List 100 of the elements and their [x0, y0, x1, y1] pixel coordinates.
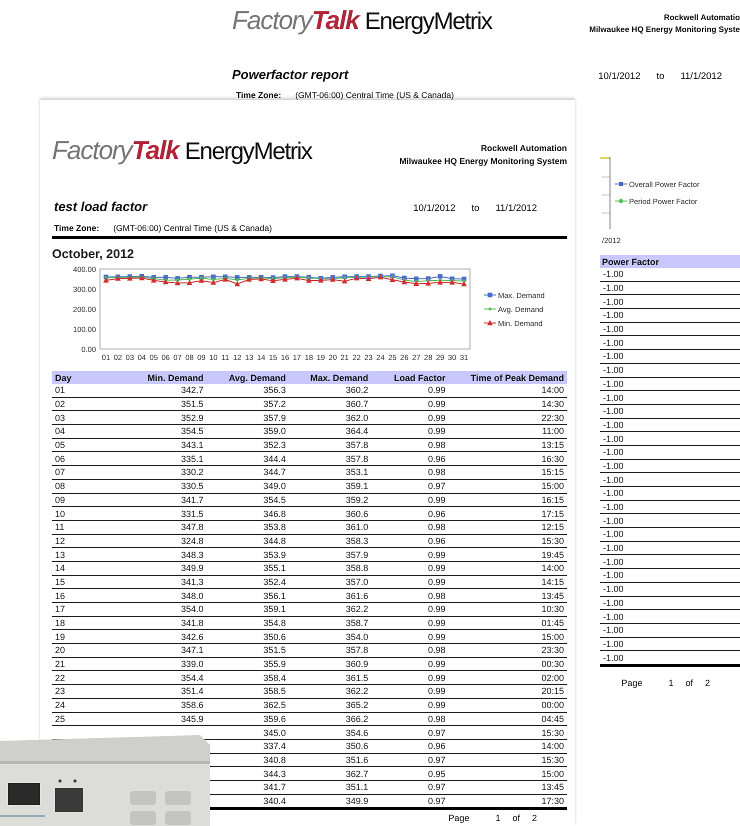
- table-cell: 353.1: [288, 466, 372, 480]
- table-cell: 16:30: [448, 452, 567, 466]
- table-cell: -1.00: [600, 377, 740, 391]
- table-cell: 14:30: [448, 397, 567, 411]
- table-cell: 15:30: [448, 534, 567, 548]
- table-cell: -1.00: [600, 350, 740, 364]
- table-cell: -1.00: [600, 363, 740, 377]
- table-cell: 347.8: [114, 520, 206, 534]
- table-cell: 14:00: [448, 561, 567, 576]
- table-cell: -1.00: [600, 528, 740, 542]
- start-date: 10/1/2012: [413, 203, 456, 214]
- column-header: Max. Demand: [288, 371, 372, 384]
- table-cell: 359.6: [206, 712, 289, 726]
- table-cell: -1.00: [600, 308, 740, 322]
- table-cell: 345.0: [206, 726, 289, 740]
- system-name: Milwaukee HQ Energy Monitoring System: [399, 156, 567, 166]
- table-cell: 0.95: [371, 766, 449, 780]
- table-cell: 00:00: [448, 698, 567, 712]
- table-cell: 353.8: [206, 520, 289, 534]
- table-cell: 03: [52, 410, 114, 425]
- column-header: Time of Peak Demand: [448, 371, 567, 384]
- table-cell: 342.6: [114, 630, 206, 644]
- table-cell: 357.8: [288, 438, 372, 452]
- table-cell: 15:30: [448, 753, 567, 767]
- table-cell: 359.1: [288, 479, 372, 493]
- table-cell: 365.2: [288, 698, 372, 712]
- table-cell: 344.7: [206, 466, 289, 480]
- table-cell: 0.98: [371, 712, 449, 726]
- table-cell: 358.7: [288, 616, 372, 630]
- table-cell: 0.99: [371, 630, 449, 644]
- table-cell: 0.97: [371, 780, 449, 794]
- table-cell: 345.9: [114, 712, 206, 726]
- table-cell: -1.00: [600, 623, 740, 638]
- product-logo: FactoryTalk EnergyMetrix: [52, 135, 312, 167]
- table-cell: 354.5: [114, 424, 206, 438]
- table-cell: 22: [52, 670, 114, 685]
- table-cell: 0.99: [371, 410, 449, 425]
- table-cell: -1.00: [600, 336, 740, 350]
- table-cell: -1.00: [600, 486, 740, 500]
- table-cell: 359.0: [206, 424, 289, 438]
- month-heading: October, 2012: [52, 247, 135, 261]
- table-cell: 347.1: [114, 644, 206, 658]
- column-header: Avg. Demand: [206, 371, 289, 384]
- table-cell: 06: [52, 452, 114, 466]
- table-cell: 0.98: [371, 466, 449, 480]
- table-cell: 01: [52, 384, 114, 398]
- table-cell: 15: [52, 575, 114, 589]
- table-cell: 0.97: [371, 753, 449, 767]
- table-cell: 358.3: [288, 534, 372, 548]
- table-cell: 24: [52, 698, 114, 712]
- table-cell: -1.00: [600, 459, 740, 473]
- page-of-label: of: [512, 813, 520, 824]
- table-cell: 354.0: [288, 630, 372, 644]
- table-cell: 13:45: [448, 588, 567, 602]
- table-cell: 0.97: [371, 794, 449, 808]
- table-cell: 362.5: [206, 698, 289, 712]
- page-number: 1: [495, 813, 500, 824]
- table-cell: 357.8: [288, 452, 372, 466]
- table-cell: 354.0: [114, 602, 206, 616]
- table-cell: 21: [52, 657, 114, 671]
- table-cell: 359.2: [288, 493, 372, 507]
- table-cell: 357.9: [206, 410, 289, 425]
- table-cell: 350.6: [206, 630, 289, 644]
- time-zone-value: (GMT-06:00) Central Time (US & Canada): [295, 90, 454, 100]
- table-cell: 0.99: [371, 397, 449, 411]
- product-logo: FactoryTalk EnergyMetrix: [232, 5, 492, 37]
- table-cell: -1.00: [600, 418, 740, 432]
- table-cell: 17:30: [448, 794, 567, 808]
- table-cell: 11: [52, 520, 114, 534]
- table-cell: 15:30: [448, 726, 567, 740]
- page-total: 2: [532, 813, 537, 824]
- table-cell: 0.99: [371, 616, 449, 630]
- table-cell: -1.00: [600, 650, 740, 664]
- table-cell: 349.0: [206, 479, 289, 493]
- table-cell: 335.1: [114, 452, 206, 466]
- table-cell: 04: [52, 424, 114, 438]
- report-title: test load factor: [54, 199, 148, 214]
- page-label: Page: [448, 813, 470, 824]
- table-cell: 362.7: [288, 766, 372, 780]
- table-cell: 356.1: [206, 588, 289, 602]
- table-cell: 358.8: [288, 561, 372, 576]
- table-cell: 0.96: [371, 739, 449, 754]
- table-cell: 351.6: [288, 753, 372, 767]
- start-date: 10/1/2012: [598, 71, 640, 82]
- table-cell: 0.98: [371, 438, 449, 452]
- table-cell: 350.6: [288, 739, 372, 754]
- table-cell: 357.2: [206, 397, 289, 411]
- table-cell: 23:30: [448, 644, 567, 658]
- table-cell: 343.1: [114, 438, 206, 452]
- table-cell: 331.5: [114, 506, 206, 520]
- table-cell: -1.00: [600, 445, 740, 460]
- table-cell: 14: [52, 561, 114, 576]
- table-cell: 364.4: [288, 424, 372, 438]
- table-cell: 354.8: [206, 616, 289, 630]
- table-cell: 18: [52, 616, 114, 630]
- table-cell: 351.4: [114, 684, 206, 698]
- time-zone-value: (GMT-06:00) Central Time (US & Canada): [113, 223, 272, 233]
- table-cell: 361.0: [288, 520, 372, 534]
- table-cell: 13:15: [448, 438, 567, 452]
- table-cell: 09: [52, 493, 114, 507]
